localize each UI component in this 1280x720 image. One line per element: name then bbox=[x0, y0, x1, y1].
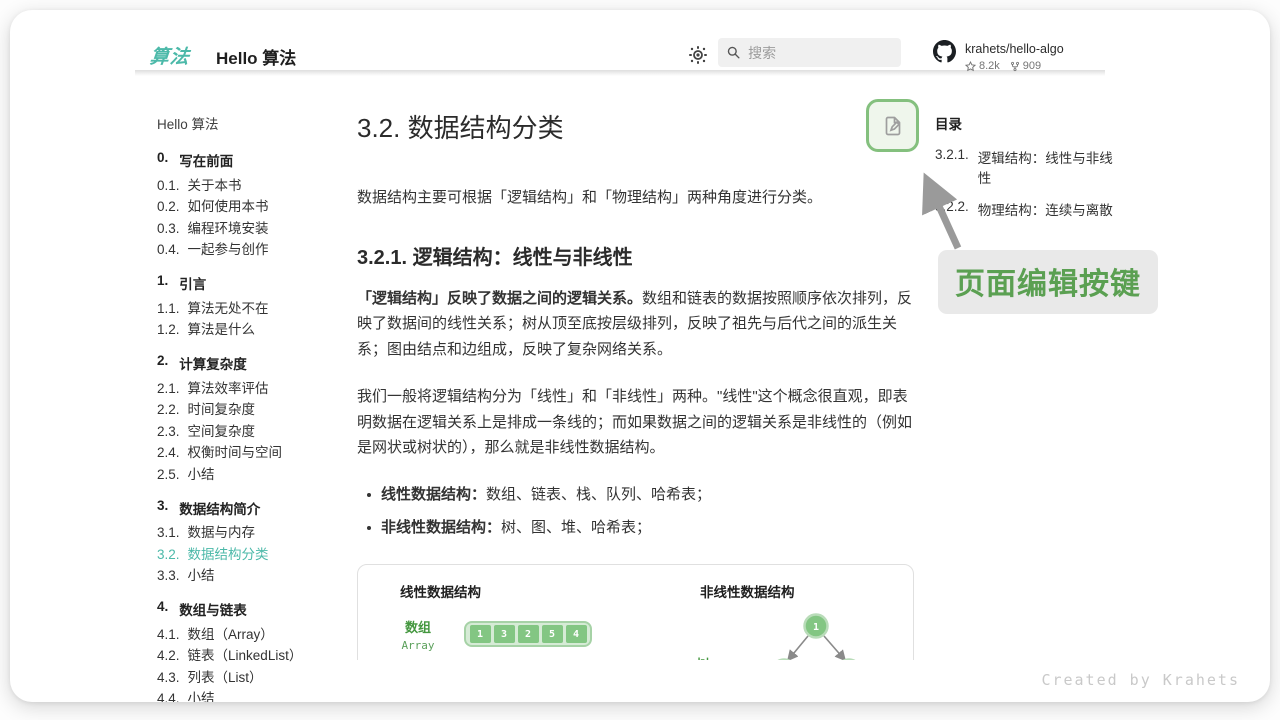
annotation-label: 页面编辑按键 bbox=[938, 250, 1158, 314]
sidebar-section-4[interactable]: 4.数组与链表 bbox=[157, 599, 352, 619]
site-screenshot-card: 算法 Hello 算法 krahets/hello-algo bbox=[10, 10, 1270, 702]
repo-name: krahets/hello-algo bbox=[965, 40, 1064, 56]
search-box[interactable] bbox=[718, 38, 901, 67]
main-content: 3.2. 数据结构分类 数据结构主要可根据「逻辑结构」和「物理结构」两种角度进行… bbox=[357, 108, 914, 660]
toc-heading: 目录 bbox=[935, 113, 1125, 133]
site-logo[interactable]: 算法 bbox=[149, 42, 192, 69]
structure-list: 线性数据结构：数组、链表、栈、队列、哈希表； 非线性数据结构：树、图、堆、哈希表… bbox=[357, 483, 914, 540]
sidebar-section-2[interactable]: 2.计算复杂度 bbox=[157, 353, 352, 373]
site-title: Hello 算法 bbox=[216, 44, 296, 69]
figure-array-row: 数组 Array 1 3 2 5 4 bbox=[372, 617, 672, 652]
svg-text:1: 1 bbox=[813, 622, 819, 633]
sidebar-section-1[interactable]: 1.引言 bbox=[157, 273, 352, 293]
section-heading: 3.2.1. 逻辑结构：线性与非线性 bbox=[357, 241, 914, 270]
fork-icon bbox=[1010, 61, 1020, 72]
tree-label-zh: 树 bbox=[672, 654, 734, 660]
sidebar-section-3[interactable]: 3.数据结构简介 bbox=[157, 498, 352, 518]
paragraph-1: 「逻辑结构」反映了数据之间的逻辑关系。数组和链表的数据按照顺序依次排列，反映了数… bbox=[357, 286, 914, 363]
theme-toggle-button[interactable] bbox=[688, 45, 708, 65]
sidebar-item[interactable]: 2.5.小结 bbox=[157, 468, 352, 481]
intro-paragraph: 数据结构主要可根据「逻辑结构」和「物理结构」两种角度进行分类。 bbox=[357, 185, 914, 211]
sidebar-item[interactable]: 2.1.算法效率评估 bbox=[157, 382, 352, 395]
sidebar-item[interactable]: 0.1.关于本书 bbox=[157, 179, 352, 192]
sidebar-item[interactable]: 2.4.权衡时间与空间 bbox=[157, 446, 352, 459]
sidebar-nav: Hello 算法 0.写在前面 0.1.关于本书 0.2.如何使用本书 0.3.… bbox=[157, 113, 352, 702]
list-item: 非线性数据结构：树、图、堆、哈希表； bbox=[367, 516, 914, 540]
toc-panel: 目录 3.2.1.逻辑结构：线性与非线性 3.2.2.物理结构：连续与离散 bbox=[935, 113, 1125, 219]
figure-tree-row: 树 Tree 1 2 3 4 bbox=[672, 611, 902, 661]
sidebar-section-0[interactable]: 0.写在前面 bbox=[157, 150, 352, 170]
sidebar-item[interactable]: 3.1.数据与内存 bbox=[157, 526, 352, 539]
array-label-en: Array bbox=[372, 639, 464, 652]
fork-count: 909 bbox=[1023, 60, 1041, 72]
figure-linear-title: 线性数据结构 bbox=[400, 581, 672, 601]
sidebar-item-active[interactable]: 3.2.数据结构分类 bbox=[157, 548, 352, 561]
search-icon bbox=[727, 45, 740, 60]
sidebar-item[interactable]: 4.2.链表（LinkedList） bbox=[157, 649, 352, 662]
data-structures-figure: 线性数据结构 数组 Array 1 3 2 5 4 bbox=[357, 564, 914, 661]
sidebar-item[interactable]: 2.2.时间复杂度 bbox=[157, 403, 352, 416]
github-icon bbox=[933, 40, 956, 63]
github-repo-link[interactable]: krahets/hello-algo 8.2k 909 bbox=[933, 40, 1064, 72]
sidebar-item[interactable]: 3.3.小结 bbox=[157, 569, 352, 582]
star-icon bbox=[965, 61, 976, 72]
sidebar-title: Hello 算法 bbox=[157, 113, 352, 133]
tree-diagram: 1 2 3 4 5 6 7 bbox=[734, 611, 896, 661]
brightness-icon bbox=[688, 45, 708, 65]
sidebar-item[interactable]: 4.3.列表（List） bbox=[157, 671, 352, 684]
edit-page-icon bbox=[881, 114, 905, 138]
toc-item[interactable]: 3.2.2.物理结构：连续与离散 bbox=[935, 199, 1125, 219]
star-count: 8.2k bbox=[979, 60, 1000, 72]
sidebar-item[interactable]: 2.3.空间复杂度 bbox=[157, 425, 352, 438]
figure-nonlinear-title: 非线性数据结构 bbox=[700, 581, 902, 601]
sidebar-item[interactable]: 4.4.小结 bbox=[157, 692, 352, 702]
sidebar-item[interactable]: 0.2.如何使用本书 bbox=[157, 200, 352, 213]
page-edit-button[interactable] bbox=[866, 99, 919, 152]
credit-text: Created by Krahets bbox=[1041, 671, 1240, 689]
sidebar-item[interactable]: 0.4.一起参与创作 bbox=[157, 243, 352, 256]
array-label-zh: 数组 bbox=[372, 617, 464, 636]
sidebar-item[interactable]: 4.1.数组（Array） bbox=[157, 628, 352, 641]
array-diagram: 1 3 2 5 4 bbox=[464, 621, 592, 647]
toc-item[interactable]: 3.2.1.逻辑结构：线性与非线性 bbox=[935, 147, 1125, 187]
sidebar-item[interactable]: 0.3.编程环境安装 bbox=[157, 222, 352, 235]
sidebar-item[interactable]: 1.2.算法是什么 bbox=[157, 323, 352, 336]
sidebar-item[interactable]: 1.1.算法无处不在 bbox=[157, 302, 352, 315]
paragraph-2: 我们一般将逻辑结构分为「线性」和「非线性」两种。"线性"这个概念很直观，即表明数… bbox=[357, 384, 914, 461]
page-title: 3.2. 数据结构分类 bbox=[357, 108, 914, 145]
search-input[interactable] bbox=[748, 45, 892, 61]
list-item: 线性数据结构：数组、链表、栈、队列、哈希表； bbox=[367, 483, 914, 507]
